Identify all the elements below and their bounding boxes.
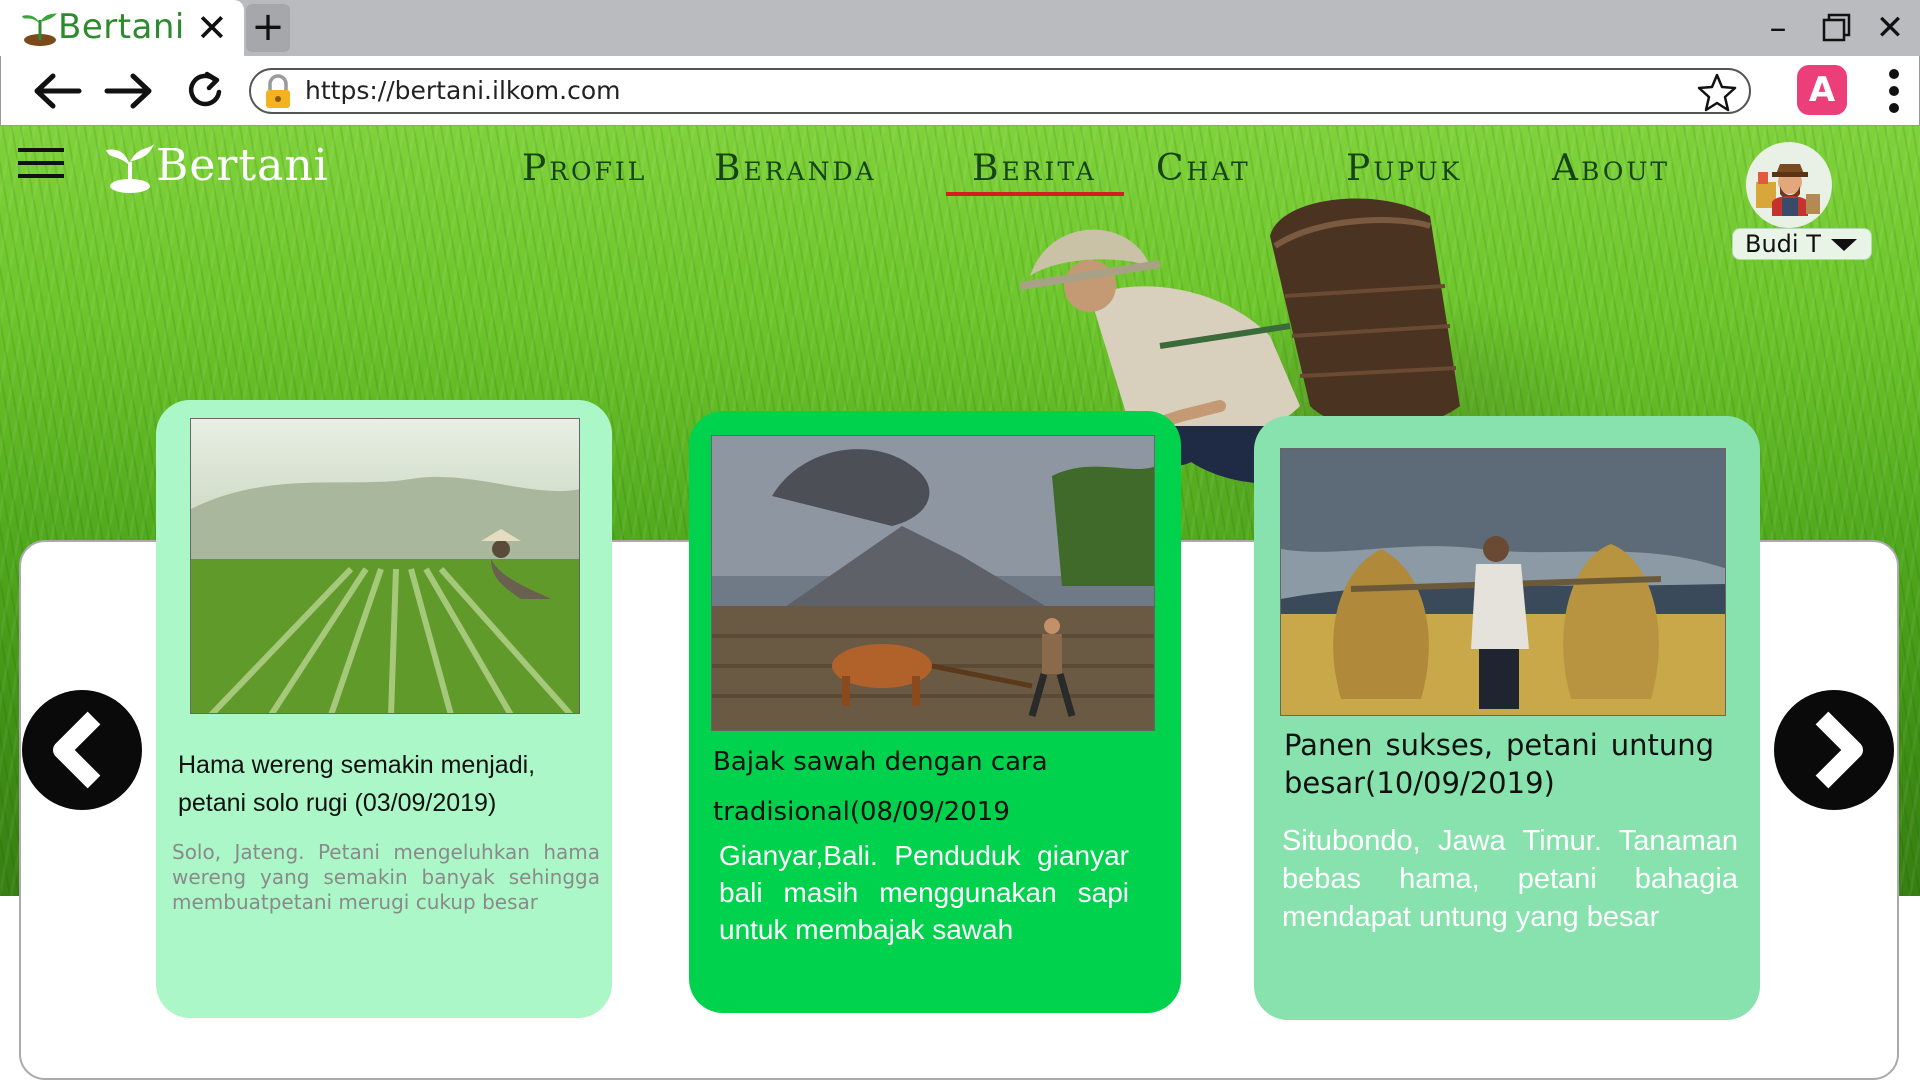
user-name: Budi T [1745,230,1821,258]
nav-chat[interactable]: Chat [1156,148,1251,189]
nav-pupuk[interactable]: Pupuk [1346,148,1462,189]
news-card-1[interactable]: Hama wereng semakin menjadi, petani solo… [156,400,612,1018]
maximize-icon[interactable] [1816,8,1856,48]
bertani-logo-icon [106,144,154,193]
chevron-down-icon [1831,239,1857,251]
close-window-icon[interactable]: ✕ [1870,8,1910,48]
user-dropdown[interactable]: Budi T [1732,228,1872,260]
news-card-3[interactable]: Panen sukses, petani untung besar(10/09/… [1254,416,1760,1020]
minimize-icon[interactable]: – [1758,8,1798,48]
bookmark-star-icon[interactable] [1697,72,1737,112]
back-arrow-icon[interactable] [29,66,85,116]
brand-name[interactable]: Bertani [156,140,329,191]
nav-about[interactable]: About [1552,148,1670,189]
user-avatar[interactable] [1746,142,1832,228]
chevron-left-icon [53,711,101,789]
nav-beranda[interactable]: Beranda [714,148,877,189]
news-title[interactable]: Panen sukses, petani untung besar(10/09/… [1284,726,1714,802]
sprout-logo-icon [22,12,58,46]
nav-profil[interactable]: Profil [522,148,647,189]
news-title[interactable]: Bajak sawah dengan cara tradisional(08/0… [713,737,1153,837]
nav-berita[interactable]: Berita [972,148,1097,189]
browser-profile-avatar[interactable]: A [1797,65,1847,115]
new-tab-button[interactable]: + [246,4,290,52]
chevron-right-icon [1815,711,1863,789]
next-slide-button[interactable] [1774,690,1894,810]
browser-nav-bar: https://bertani.ilkom.com A [0,56,1920,126]
forward-arrow-icon[interactable] [101,66,157,116]
url-text[interactable]: https://bertani.ilkom.com [305,76,620,105]
farmer-avatar-icon [1756,164,1820,216]
news-photo-rice-field [190,418,580,714]
news-photo-harvest [1280,448,1726,716]
hamburger-menu-icon[interactable] [18,146,64,180]
browser-tab[interactable]: Bertani ✕ [0,0,244,56]
reload-icon[interactable] [177,66,233,116]
news-photo-plowing [711,435,1155,731]
tab-title: Bertani [58,7,185,47]
news-description: Situbondo, Jawa Timur. Tanaman bebas ham… [1282,825,1738,933]
lock-icon [266,74,290,108]
news-title[interactable]: Hama wereng semakin menjadi, petani solo… [178,746,598,822]
address-bar[interactable]: https://bertani.ilkom.com [249,68,1751,114]
news-description: Gianyar,Bali. Penduduk gianyar bali masi… [719,840,1129,945]
news-card-2[interactable]: Bajak sawah dengan cara tradisional(08/0… [689,411,1181,1013]
browser-menu-icon[interactable] [1884,66,1904,116]
active-nav-underline [946,192,1124,196]
browser-tab-bar: Bertani ✕ + – ✕ [0,0,1920,56]
news-description: Solo, Jateng. Petani mengeluhkan hama we… [172,840,600,914]
previous-slide-button[interactable] [22,690,142,810]
close-tab-icon[interactable]: ✕ [196,8,228,48]
